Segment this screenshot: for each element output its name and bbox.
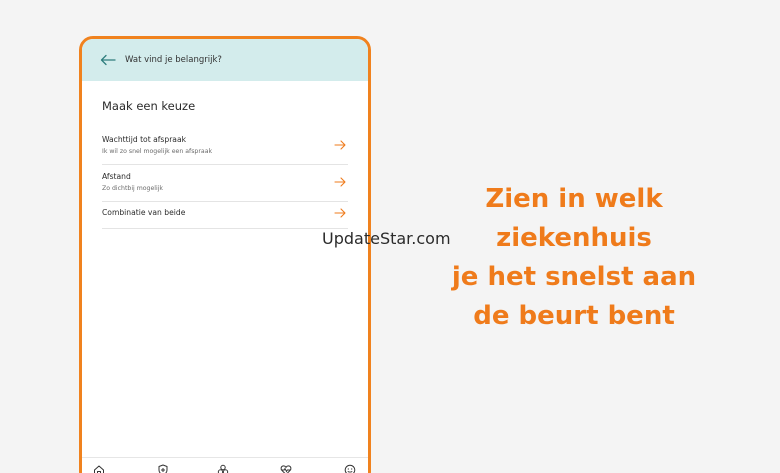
promo-headline: Zien in welk ziekenhuis je het snelst aa… — [404, 180, 744, 336]
choice-wachttijd[interactable]: Wachttijd tot afspraak Ik wil zo snel mo… — [102, 130, 348, 165]
choice-afstand[interactable]: Afstand Zo dichtbij mogelijk — [102, 165, 348, 202]
phone-frame: Wat vind je belangrijk? Maak een keuze W… — [79, 36, 371, 473]
arrow-right-icon — [334, 177, 346, 187]
back-arrow-icon[interactable] — [100, 54, 116, 66]
promo-line-3: de beurt bent — [473, 301, 675, 331]
home-icon[interactable] — [93, 464, 105, 473]
arrow-right-icon — [334, 140, 346, 150]
choice-label: Wachttijd tot afspraak — [102, 134, 187, 144]
promo-line-2: je het snelst aan — [451, 262, 697, 292]
choice-label: Afstand — [102, 171, 131, 181]
smiley-icon[interactable] — [344, 464, 356, 473]
arrow-right-icon — [334, 208, 346, 218]
section-title: Maak een keuze — [102, 99, 196, 113]
bottom-navigation — [82, 457, 368, 473]
choice-label: Combinatie van beide — [102, 208, 186, 217]
app-header: Wat vind je belangrijk? — [82, 39, 368, 81]
choice-sublabel: Zo dichtbij mogelijk — [102, 184, 164, 192]
heart-pulse-icon[interactable] — [280, 464, 292, 473]
shield-plus-icon[interactable] — [157, 464, 169, 473]
choice-sublabel: Ik wil zo snel mogelijk een afspraak — [102, 147, 213, 155]
header-title: Wat vind je belangrijk? — [125, 55, 222, 65]
choice-combinatie[interactable]: Combinatie van beide — [102, 202, 348, 229]
promo-line-1: Zien in welk ziekenhuis — [485, 184, 663, 253]
circles-icon[interactable] — [217, 464, 229, 473]
main-content: Maak een keuze Wachttijd tot afspraak Ik… — [82, 81, 368, 229]
